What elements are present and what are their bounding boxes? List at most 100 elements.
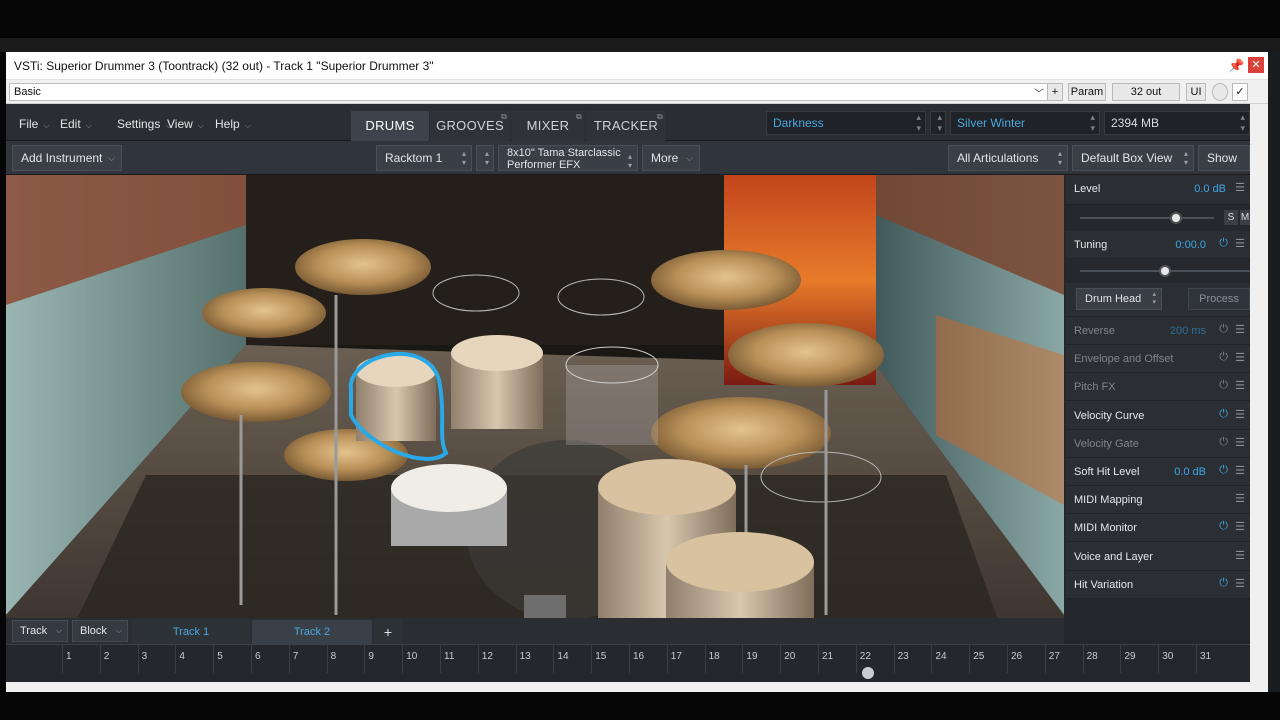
menu-view[interactable]: View ⌵ [167,117,204,131]
menu-icon[interactable]: ☰ [1235,181,1245,194]
menu-help[interactable]: Help ⌵ [215,117,251,131]
chevron-down-icon: ⌵ [115,626,122,635]
model-dropdown[interactable]: 8x10" Tama Starclassic Performer EFX ▴ ▾ [498,145,638,171]
menu-icon[interactable]: ☰ [1235,464,1245,477]
bar-line [818,645,819,673]
drum-head-dropdown[interactable]: Drum Head ▴ ▾ [1076,288,1162,310]
level-slider-handle[interactable] [1170,212,1183,224]
menu-icon[interactable]: ☰ [1235,351,1245,364]
track-tab-2[interactable]: Track 2 [252,620,372,644]
song-timeline[interactable]: 1 2 3 4 5 6 7 8 9 10 11 12 13 14 15 16 17 18 19 20 21 22 23 24 2… [6,644,1250,682]
panel-row[interactable]: Velocity Gate ⏻ ☰ [1066,430,1250,458]
track-tab-1[interactable]: Track 1 [132,620,250,644]
tab-grooves[interactable]: GROOVES ⧉ [430,111,510,141]
menu-icon[interactable]: ☰ [1235,323,1245,336]
panel-row[interactable]: MIDI Monitor ⏻ ☰ [1066,514,1250,543]
box-view-dropdown[interactable]: Default Box View ▴ ▾ [1072,145,1194,171]
menu-icon[interactable]: ☰ [1235,520,1245,533]
process-button[interactable]: Process [1188,288,1250,310]
panel-row[interactable]: Hit Variation ⏻ ☰ [1066,571,1250,599]
pin-icon[interactable]: 📌 [1228,58,1244,73]
power-icon[interactable]: ⏻ [1219,237,1228,250]
tab-drums[interactable]: DRUMS [351,111,429,141]
mix-preset-dropdown[interactable]: Silver Winter ▴ ▾ [950,111,1100,135]
menu-icon[interactable]: ☰ [1235,436,1245,449]
menu-icon[interactable]: ☰ [1235,379,1245,392]
power-icon[interactable]: ⏻ [1219,323,1228,336]
panel-row-value[interactable]: 200 ms [1170,325,1206,337]
articulations-dropdown[interactable]: All Articulations ▴ ▾ [948,145,1068,171]
level-slider[interactable] [1080,217,1214,219]
bar-number: 4 [179,651,185,662]
mute-button[interactable]: M [1240,210,1250,225]
panel-row-value[interactable]: 0.0 dB [1174,466,1206,478]
panel-row[interactable]: Soft Hit Level 0.0 dB ⏻ ☰ [1066,458,1250,486]
panel-row[interactable]: Reverse 200 ms ⏻ ☰ [1066,317,1250,345]
level-value[interactable]: 0.0 dB [1194,183,1226,195]
menu-icon[interactable]: ☰ [1235,549,1245,562]
playhead-handle[interactable] [861,667,874,679]
menu-edit-label: Edit [60,117,81,131]
power-icon[interactable]: ⏻ [1219,464,1228,477]
power-icon[interactable]: ⏻ [1219,351,1228,364]
preset-updown[interactable]: ▴ ▾ [930,111,946,135]
add-instrument-button[interactable]: Add Instrument ⌵ [12,145,122,171]
bar-line [591,645,593,673]
menu-help-label: Help [215,117,240,131]
updown-icon: ▴ ▾ [937,112,942,133]
model-line2: Performer EFX [507,159,581,171]
menu-icon[interactable]: ☰ [1235,492,1245,505]
drum-kit-stage[interactable] [6,175,1064,642]
kit-dropdown[interactable]: Darkness ▴ ▾ [766,111,926,135]
updown-icon: ▴ ▾ [1090,112,1095,133]
instrument-step[interactable]: ▴ ▾ [476,145,494,171]
menu-icon[interactable]: ☰ [1235,408,1245,421]
chevron-down-icon: ⌵ [55,626,62,635]
tuning-slider-handle[interactable] [1159,265,1171,277]
show-button[interactable]: Show [1198,145,1250,171]
tuning-value[interactable]: 0:00.0 [1175,239,1206,251]
menu-edit[interactable]: Edit ⌵ [60,117,92,131]
instrument-dropdown[interactable]: Racktom 1 ▴ ▾ [376,145,472,171]
tab-tracker[interactable]: TRACKER ⧉ [586,111,666,141]
bar-number: 20 [784,651,796,662]
power-icon[interactable]: ⏻ [1219,408,1228,421]
enable-checkbox[interactable]: ✓ [1232,83,1248,101]
panel-row[interactable]: Pitch FX ⏻ ☰ [1066,373,1250,402]
bar-number: 9 [368,651,374,662]
preset-dropdown[interactable]: Basic ﹀ [9,83,1049,101]
param-button[interactable]: Param [1068,83,1106,101]
bar-line [893,645,895,673]
memory-indicator[interactable]: 2394 MB ▴ ▾ [1104,111,1250,135]
menu-icon[interactable]: ☰ [1235,237,1245,250]
add-track-button[interactable]: + [374,620,402,644]
desktop-strip [0,38,1280,52]
solo-button[interactable]: S [1224,210,1238,225]
output-button[interactable]: 32 out [1112,83,1180,101]
more-button[interactable]: More ⌵ [642,145,700,171]
tab-mixer[interactable]: MIXER ⧉ [511,111,585,141]
panel-row[interactable]: MIDI Mapping ☰ [1066,486,1250,515]
panel-row[interactable]: Velocity Curve ⏻ ☰ [1066,402,1250,430]
menu-icon[interactable]: ☰ [1235,577,1245,590]
power-icon[interactable]: ⏻ [1219,379,1228,392]
panel-row[interactable]: Voice and Layer ☰ [1066,543,1250,571]
block-menu-button[interactable]: Block ⌵ [72,620,128,642]
track-menu-button[interactable]: Track ⌵ [12,620,68,642]
bar-line [1196,645,1197,673]
menu-file[interactable]: File ⌵ [19,117,49,131]
ui-button[interactable]: UI [1186,83,1206,101]
chevron-down-icon: ﹀ [1034,89,1044,100]
panel-row[interactable]: Envelope and Offset ⏻ ☰ [1066,345,1250,374]
add-preset-button[interactable]: + [1047,83,1063,101]
menu-settings[interactable]: Settings ⌵ [117,117,171,131]
close-button[interactable]: ✕ [1248,57,1264,73]
power-icon[interactable]: ⏻ [1219,436,1228,449]
bypass-icon[interactable] [1212,83,1228,101]
tab-drums-label: DRUMS [365,118,415,133]
bar-number: 1 [66,651,72,662]
power-icon[interactable]: ⏻ [1219,520,1228,533]
power-icon[interactable]: ⏻ [1219,577,1228,590]
bar-number: 13 [519,651,531,662]
memory-value: 2394 MB [1111,116,1160,130]
